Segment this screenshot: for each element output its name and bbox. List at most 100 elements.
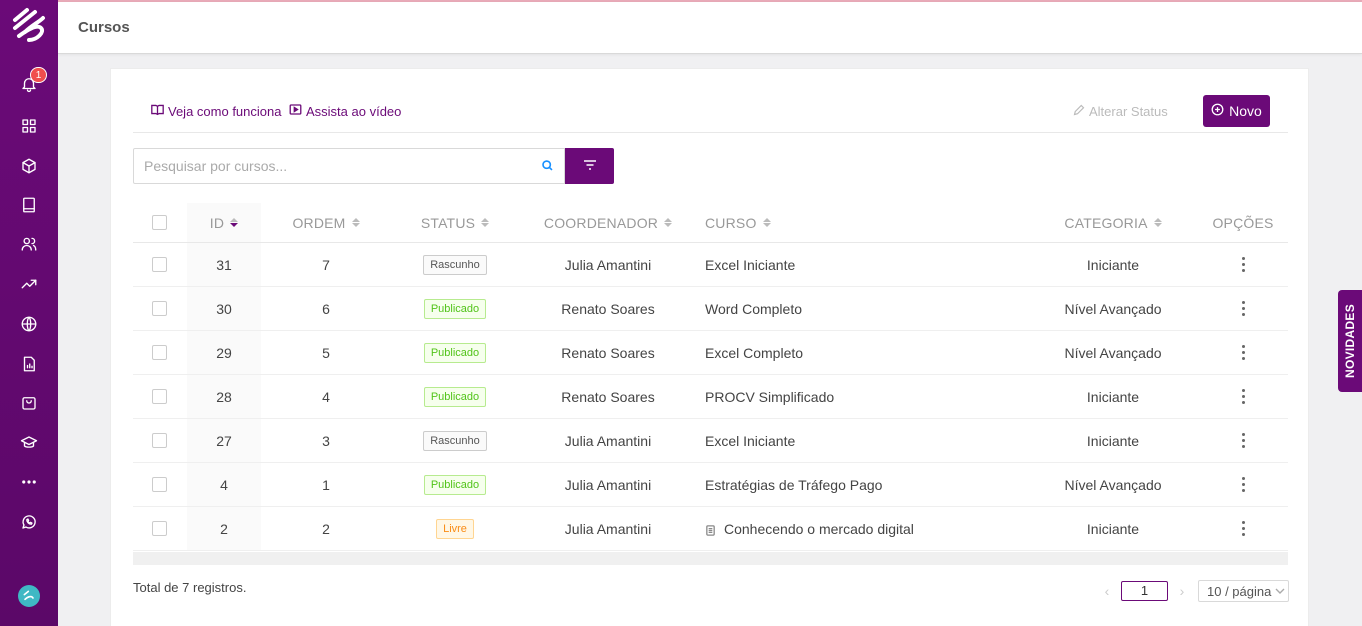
course-name: Estratégias de Tráfego Pago [705, 476, 883, 493]
cell-curso: PROCV Simplificado [705, 375, 834, 418]
more-options-icon[interactable] [1241, 301, 1245, 316]
more-dots-icon[interactable] [19, 472, 39, 492]
next-page-icon[interactable]: › [1176, 583, 1188, 599]
more-options-icon[interactable] [1241, 521, 1245, 536]
user-avatar[interactable] [18, 585, 40, 607]
page-title: Cursos [78, 19, 130, 36]
column-header-curso[interactable]: CURSO [705, 203, 771, 242]
status-badge: Livre [436, 518, 474, 539]
row-checkbox[interactable] [152, 301, 167, 316]
column-header-categoria[interactable]: CATEGORIA [1048, 203, 1178, 242]
toolbar: Veja como funciona Assista ao vídeo Alte… [133, 69, 1288, 133]
cell-categoria: Iniciante [1086, 432, 1140, 449]
cell-status: Livre [391, 507, 519, 550]
graduation-cap-icon[interactable] [19, 433, 39, 453]
table-row[interactable]: 4 1 Publicado Julia Amantini Estratégias… [133, 463, 1288, 507]
change-status-label: Alterar Status [1089, 104, 1168, 119]
page-size-value: 10 / página [1207, 583, 1272, 599]
table-row[interactable]: 28 4 Publicado Renato Soares PROCV Simpl… [133, 375, 1288, 419]
shopping-bag-icon[interactable] [19, 393, 39, 413]
cell-coordenador: Julia Amantini [564, 476, 652, 493]
prev-page-icon[interactable]: ‹ [1101, 583, 1113, 599]
page-size-select[interactable]: 10 / página [1198, 580, 1289, 602]
more-options-icon[interactable] [1241, 389, 1245, 404]
row-checkbox-cell [152, 419, 167, 462]
course-name: Conhecendo o mercado digital [724, 520, 914, 537]
cell-ordem: 4 [322, 388, 330, 405]
play-square-icon [289, 103, 302, 119]
cell-opcoes [1203, 419, 1283, 462]
chevron-down-icon [1275, 584, 1285, 599]
cell-categoria: Iniciante [1086, 256, 1140, 273]
sort-icon [481, 218, 490, 227]
more-options-icon[interactable] [1241, 477, 1245, 492]
users-icon[interactable] [19, 234, 39, 254]
trending-up-icon[interactable] [19, 274, 39, 294]
row-checkbox[interactable] [152, 477, 167, 492]
status-badge: Rascunho [423, 254, 487, 275]
cell-opcoes [1203, 375, 1283, 418]
report-icon[interactable] [19, 354, 39, 374]
cell-status: Rascunho [391, 419, 519, 462]
cell-curso: Conhecendo o mercado digital [705, 507, 914, 550]
cell-coordenador: Renato Soares [561, 344, 655, 361]
column-header-status[interactable]: STATUS [391, 203, 519, 242]
column-header-coordenador[interactable]: COORDENADOR [533, 203, 683, 242]
more-options-icon[interactable] [1241, 257, 1245, 272]
cell-ordem: 2 [322, 520, 330, 537]
cell-opcoes [1203, 507, 1283, 550]
courses-table: ID ORDEM STATUS COORDENADOR CURSO CATEGO… [133, 203, 1288, 551]
search-input[interactable] [134, 149, 534, 183]
dashboard-grid-icon[interactable] [19, 116, 39, 136]
page-header: Cursos [58, 2, 1362, 54]
cell-id: 31 [216, 256, 232, 273]
new-course-button[interactable]: Novo [1203, 95, 1270, 127]
cell-status: Publicado [391, 463, 519, 506]
brand-logo[interactable] [9, 6, 49, 46]
row-checkbox[interactable] [152, 257, 167, 272]
table-row[interactable]: 31 7 Rascunho Julia Amantini Excel Inici… [133, 243, 1288, 287]
table-header: ID ORDEM STATUS COORDENADOR CURSO CATEGO… [133, 203, 1288, 243]
table-body: 31 7 Rascunho Julia Amantini Excel Inici… [133, 243, 1288, 551]
novidades-tab[interactable]: NOVIDADES [1338, 290, 1362, 392]
row-checkbox[interactable] [152, 345, 167, 360]
table-row[interactable]: 2 2 Livre Julia Amantini Conhecendo o me… [133, 507, 1288, 551]
watch-video-link[interactable]: Assista ao vídeo [289, 103, 401, 119]
cell-curso: Excel Completo [705, 331, 803, 374]
globe-icon[interactable] [19, 314, 39, 334]
cell-id: 27 [216, 432, 232, 449]
table-row[interactable]: 27 3 Rascunho Julia Amantini Excel Inici… [133, 419, 1288, 463]
cell-categoria: Nível Avançado [1064, 344, 1162, 361]
column-header-ordem[interactable]: ORDEM [261, 203, 391, 242]
current-page-input[interactable]: 1 [1121, 581, 1168, 601]
cell-coordenador: Julia Amantini [564, 432, 652, 449]
select-all-checkbox[interactable] [152, 215, 167, 230]
cell-id: 30 [216, 300, 232, 317]
table-row[interactable]: 30 6 Publicado Renato Soares Word Comple… [133, 287, 1288, 331]
filter-button[interactable] [565, 148, 614, 184]
row-checkbox[interactable] [152, 389, 167, 404]
column-header-id[interactable]: ID [187, 203, 261, 242]
search-icon[interactable] [541, 159, 554, 172]
how-it-works-link[interactable]: Veja como funciona [151, 103, 281, 119]
horizontal-scrollbar[interactable] [133, 552, 1288, 565]
more-options-icon[interactable] [1241, 345, 1245, 360]
table-row[interactable]: 29 5 Publicado Renato Soares Excel Compl… [133, 331, 1288, 375]
filter-icon [582, 157, 598, 176]
whatsapp-icon[interactable] [19, 512, 39, 532]
cube-icon[interactable] [19, 156, 39, 176]
cell-coordenador: Julia Amantini [564, 256, 652, 273]
more-options-icon[interactable] [1241, 433, 1245, 448]
book-icon[interactable] [19, 195, 39, 215]
sort-icon [762, 218, 771, 227]
course-name: PROCV Simplificado [705, 388, 835, 405]
status-badge: Rascunho [423, 430, 487, 451]
cell-ordem: 3 [322, 432, 330, 449]
row-checkbox[interactable] [152, 433, 167, 448]
change-status-button[interactable]: Alterar Status [1073, 104, 1168, 119]
cell-id: 29 [216, 344, 232, 361]
row-checkbox[interactable] [152, 521, 167, 536]
status-badge: Publicado [423, 298, 487, 319]
sidebar: 1 [0, 0, 58, 626]
cell-curso: Word Completo [705, 287, 802, 330]
